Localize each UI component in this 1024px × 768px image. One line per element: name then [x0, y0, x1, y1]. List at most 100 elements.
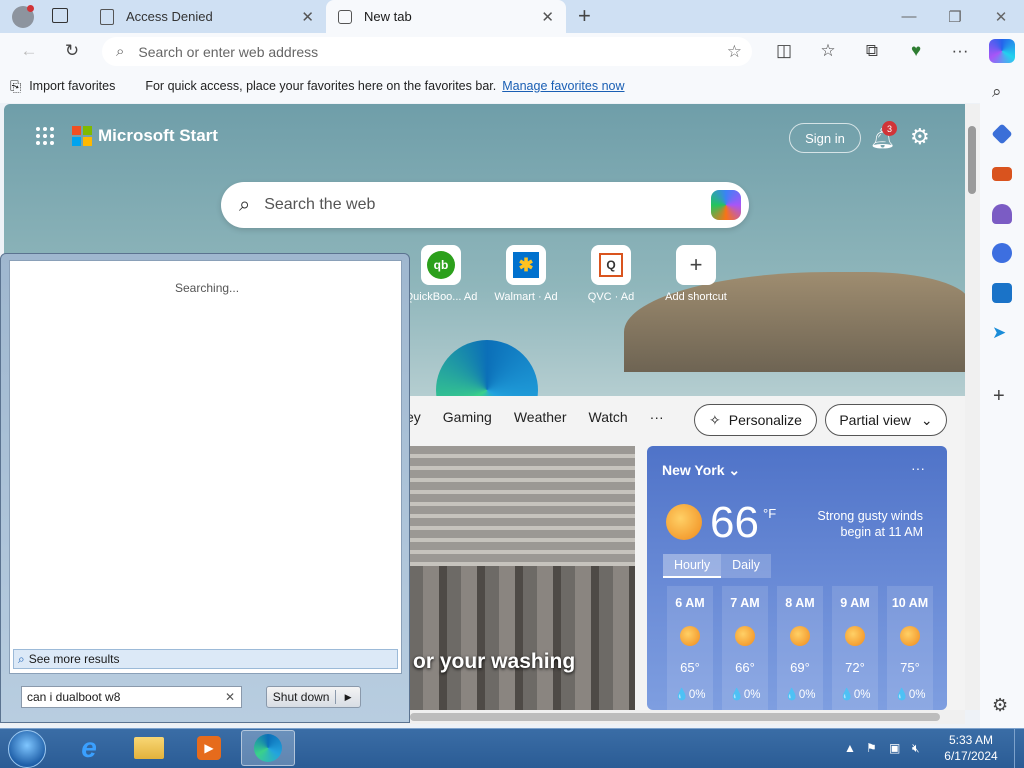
add-sidebar-app-icon[interactable]: + — [993, 385, 1013, 407]
feed-tab-watch[interactable]: Watch — [589, 409, 628, 425]
collections-icon[interactable]: ⧉ — [857, 36, 887, 66]
media-player-icon[interactable]: ▶ — [182, 730, 236, 766]
brand-name[interactable]: Microsoft Start — [98, 126, 218, 146]
quickbooks-icon: qb — [421, 245, 461, 285]
split-screen-icon[interactable]: ◫ — [769, 36, 799, 66]
hourly-forecast-item: 10 AM 75° 💧0% — [887, 586, 933, 710]
action-center-flag-icon[interactable]: ⚑ — [866, 741, 877, 755]
import-favorites-label: Import favorites — [29, 79, 116, 93]
tab-hourly[interactable]: Hourly — [663, 554, 722, 578]
sidebar-settings-icon[interactable]: ⚙ — [992, 695, 1012, 715]
send-icon[interactable]: ➤ — [992, 323, 1012, 343]
microsoft-365-icon[interactable] — [992, 243, 1012, 263]
feed-tab-weather[interactable]: Weather — [514, 409, 567, 425]
manage-favorites-link[interactable]: Manage favorites now — [502, 79, 624, 93]
outlook-icon[interactable] — [992, 283, 1012, 303]
horizontal-scroll-thumb[interactable] — [410, 713, 940, 721]
tile-walmart[interactable]: ✱ Walmart · Ad — [486, 245, 566, 303]
tab-label: Access Denied — [126, 9, 213, 24]
feed-tab-gaming[interactable]: Gaming — [443, 409, 492, 425]
volume-muted-icon[interactable]: 🔇︎ — [912, 741, 920, 756]
clear-search-icon[interactable]: ✕ — [225, 690, 235, 704]
tools-icon[interactable] — [992, 167, 1012, 181]
close-window-button[interactable]: ✕ — [978, 0, 1024, 33]
people-icon[interactable] — [992, 204, 1012, 224]
file-explorer-icon[interactable] — [122, 730, 176, 766]
network-icon[interactable]: ▣ — [889, 741, 900, 755]
system-clock[interactable]: 5:33 AM 6/17/2024 — [934, 732, 1008, 764]
vertical-scroll-thumb[interactable] — [968, 126, 976, 194]
notification-badge: 3 — [882, 121, 897, 136]
hourly-forecast-item: 9 AM 72° 💧0% — [832, 586, 878, 710]
sunny-icon — [666, 504, 702, 540]
weather-alert[interactable]: Strong gusty winds begin at 11 AM — [813, 508, 923, 540]
sidebar-search-icon[interactable]: ⌕ — [992, 82, 1012, 102]
start-button-icon[interactable] — [8, 730, 46, 768]
microsoft-start-header: Microsoft Start — [36, 126, 218, 146]
hourly-forecast-item: 8 AM 69° 💧0% — [777, 586, 823, 710]
shutdown-options-arrow-icon[interactable]: ▶ — [336, 692, 360, 703]
weather-tabs: Hourly Daily — [663, 554, 771, 578]
back-arrow-icon[interactable]: ← — [14, 36, 44, 66]
show-hidden-icons[interactable]: ▲ — [844, 741, 856, 755]
partial-view-dropdown[interactable]: Partial view ⌄ — [825, 404, 947, 436]
tab-new-tab[interactable]: New tab ✕ — [326, 0, 566, 33]
clock-time: 5:33 AM — [948, 733, 994, 747]
walmart-icon: ✱ — [506, 245, 546, 285]
tab-actions-icon[interactable] — [52, 8, 68, 23]
tile-add-shortcut[interactable]: + Add shortcut — [656, 245, 736, 303]
sign-in-button[interactable]: Sign in — [789, 123, 861, 153]
address-bar[interactable]: ⌕ Search or enter web address ☆ — [102, 37, 752, 66]
new-tab-plus-icon[interactable]: + — [578, 3, 591, 29]
weather-city[interactable]: New York ⌄ — [662, 462, 740, 479]
tile-label: Add shortcut — [665, 291, 727, 303]
weather-unit: °F — [763, 506, 777, 521]
weather-card[interactable]: New York ⌄ ··· 66 °F Strong gusty winds … — [647, 446, 947, 710]
add-shortcut-icon: + — [676, 245, 716, 285]
minimize-button[interactable]: — — [886, 0, 932, 33]
partial-view-label: Partial view — [839, 412, 911, 428]
favorite-star-icon[interactable]: ☆ — [727, 42, 742, 62]
article-image — [409, 446, 635, 566]
favorites-bar: ⎘ Import favorites For quick access, pla… — [0, 69, 1024, 103]
browser-essentials-icon[interactable]: ♥ — [901, 36, 931, 66]
close-tab-icon[interactable]: ✕ — [541, 8, 554, 26]
shopping-tag-icon[interactable] — [991, 123, 1013, 145]
tab-access-denied[interactable]: Access Denied ✕ — [88, 0, 326, 33]
personalize-label: Personalize — [728, 412, 802, 428]
import-icon: ⎘ — [10, 77, 22, 94]
tile-label: Walmart · Ad — [494, 291, 558, 303]
weather-more-icon[interactable]: ··· — [911, 460, 925, 476]
vertical-scrollbar[interactable] — [965, 104, 980, 710]
new-tab-icon — [338, 9, 352, 24]
feed-more-icon[interactable]: ··· — [650, 409, 664, 425]
refresh-icon[interactable]: ↻ — [57, 36, 87, 66]
app-launcher-icon[interactable] — [36, 127, 54, 145]
start-search-input[interactable]: can i dualboot w8 ✕ — [21, 686, 242, 708]
show-desktop-button[interactable] — [1014, 729, 1024, 768]
page-settings-icon[interactable]: ⚙ — [910, 124, 930, 150]
search-placeholder: Search the web — [264, 196, 376, 213]
copilot-icon[interactable] — [989, 39, 1015, 63]
search-query: can i dualboot w8 — [27, 690, 121, 704]
more-menu-icon[interactable]: ··· — [945, 36, 975, 66]
qvc-icon: Q — [591, 245, 631, 285]
tile-quickbooks[interactable]: qb QuickBoo... Ad — [401, 245, 481, 303]
edge-taskbar-icon[interactable] — [241, 730, 295, 766]
shut-down-button[interactable]: Shut down ▶ — [266, 686, 361, 708]
copilot-search-icon[interactable] — [711, 190, 741, 220]
tab-daily[interactable]: Daily — [721, 554, 771, 578]
shut-down-label[interactable]: Shut down — [267, 690, 337, 704]
import-favorites-button[interactable]: ⎘ Import favorites — [10, 78, 115, 95]
see-more-results-button[interactable]: ⌕ See more results — [13, 649, 398, 669]
close-tab-icon[interactable]: ✕ — [301, 8, 314, 26]
address-placeholder: Search or enter web address — [138, 43, 319, 60]
favorites-icon[interactable]: ☆ — [813, 36, 843, 66]
internet-explorer-icon[interactable]: e — [62, 730, 116, 766]
tile-qvc[interactable]: Q QVC · Ad — [571, 245, 651, 303]
personalize-button[interactable]: ✧ Personalize — [694, 404, 817, 436]
restore-button[interactable]: ❐ — [932, 0, 978, 33]
article-card[interactable]: or your washing — [409, 446, 635, 710]
web-search-box[interactable]: ⌕ Search the web — [221, 182, 749, 228]
see-more-label: See more results — [28, 652, 120, 666]
